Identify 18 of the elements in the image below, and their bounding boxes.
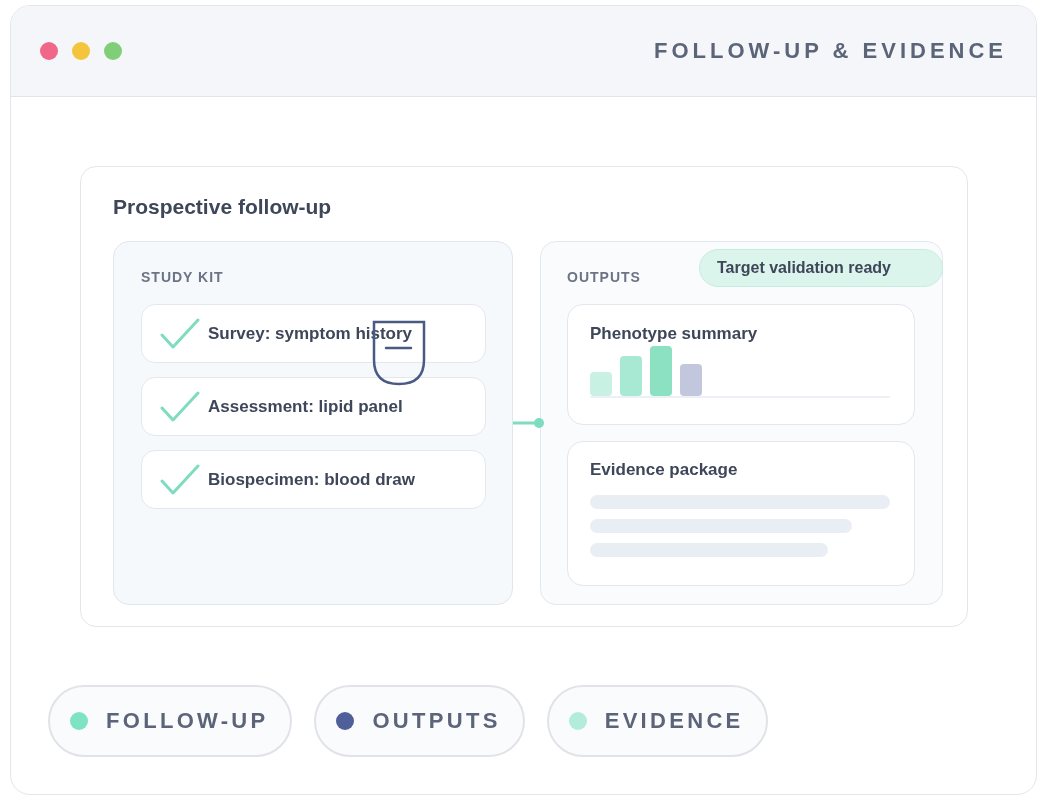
- item-label: Assessment: lipid panel: [208, 396, 403, 417]
- output-card-title: Evidence package: [590, 460, 738, 480]
- minimize-icon[interactable]: [72, 42, 90, 60]
- item-label: Biospecimen: blood draw: [208, 469, 415, 490]
- checklist-item[interactable]: Biospecimen: blood draw: [141, 450, 486, 509]
- legend-label: EVIDENCE: [604, 707, 744, 735]
- legend-label: OUTPUTS: [372, 707, 501, 735]
- maximize-icon[interactable]: [104, 42, 122, 60]
- checklist-item[interactable]: Assessment: lipid panel: [141, 377, 486, 436]
- status-badge: Target validation ready: [699, 249, 943, 287]
- section-heading: STUDY KIT: [141, 268, 224, 286]
- window-title: FOLLOW-UP & EVIDENCE: [654, 37, 1007, 65]
- legend-label: FOLLOW-UP: [106, 707, 269, 735]
- card-title: Prospective follow-up: [113, 194, 332, 220]
- close-icon[interactable]: [40, 42, 58, 60]
- output-card-title: Phenotype summary: [590, 324, 758, 344]
- section-heading: OUTPUTS: [567, 268, 641, 286]
- connector-line: [513, 417, 545, 429]
